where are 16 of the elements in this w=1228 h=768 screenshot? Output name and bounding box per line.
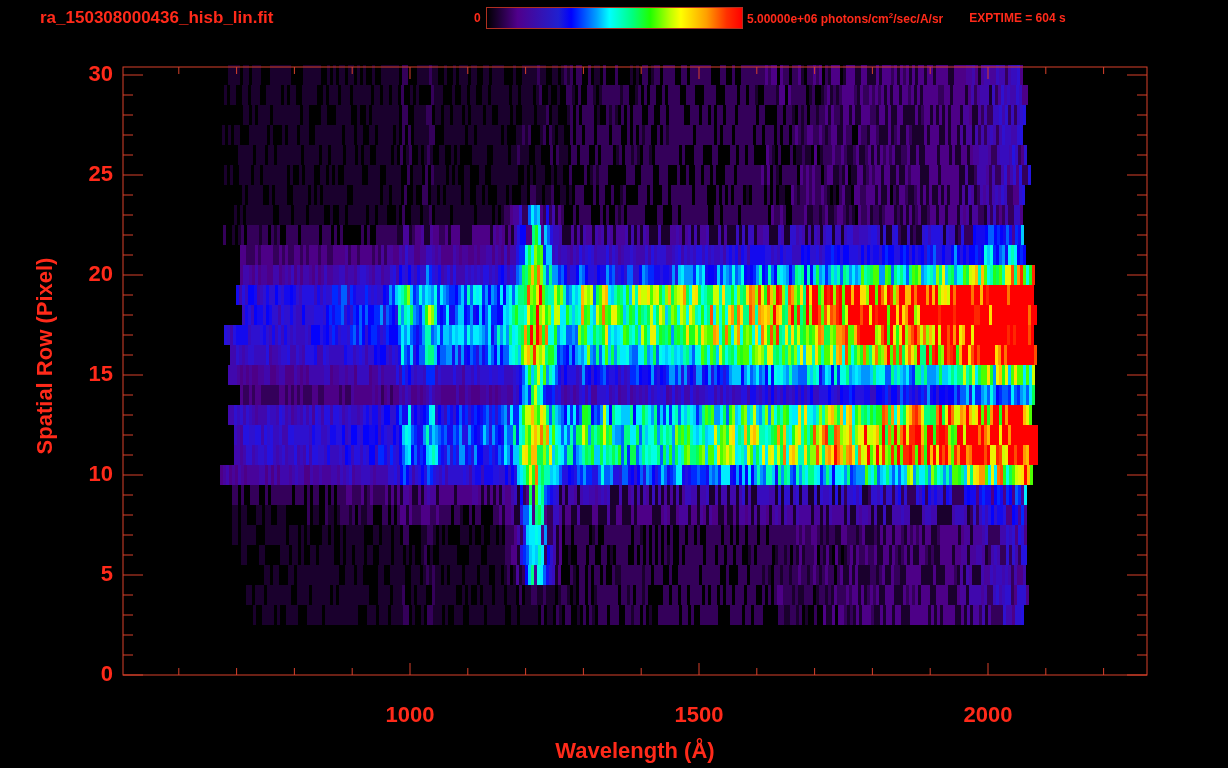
y-tick-label: 10 [88, 460, 113, 486]
x-tick-label: 1000 [385, 702, 435, 727]
y-tick-label: 15 [88, 360, 113, 386]
file-title: ra_150308000436_hisb_lin.fit [40, 8, 275, 28]
x-tick-label: 2000 [963, 702, 1013, 727]
y-tick-label: 25 [88, 160, 113, 186]
y-tick-label: 30 [88, 60, 113, 86]
colorbar-min-label: 0 [474, 11, 482, 25]
y-tick-label: 20 [88, 260, 113, 286]
colorbar-max-label: 5.00000e+06 photons/cm$^{2}$/sec/A/sr [747, 10, 944, 26]
x-tick-label: 1500 [674, 702, 724, 727]
exposure-time: EXPTIME = 604 s [969, 11, 1066, 25]
y-axis-title: Spatial Row (Pixel) [32, 257, 57, 455]
y-tick-label: 0 [100, 660, 113, 686]
y-tick-label: 5 [100, 560, 113, 586]
x-axis-title: Wavelength (Å) [555, 738, 715, 763]
